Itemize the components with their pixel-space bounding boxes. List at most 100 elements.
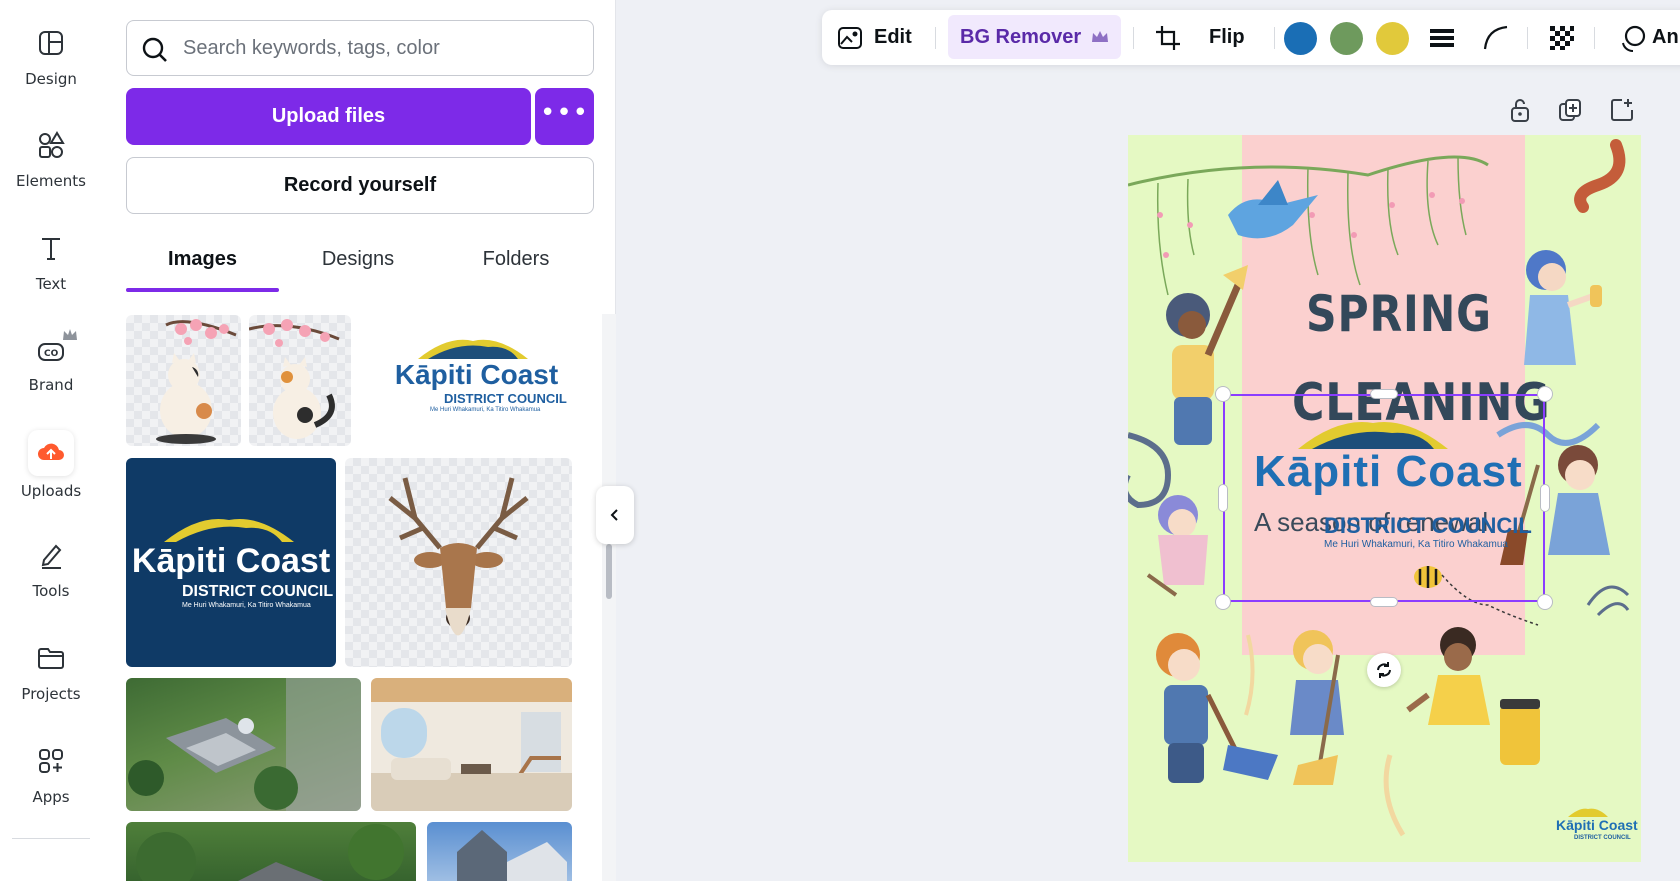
color-swatch-2[interactable] <box>1330 22 1363 55</box>
image-thumb-kapiti-logo-light[interactable]: Kāpiti Coast DISTRICT COUNCIL Me Huri Wh… <box>358 315 595 446</box>
image-thumb-deer[interactable] <box>345 458 572 667</box>
panel-scrollbar-thumb[interactable] <box>606 544 612 599</box>
rail-divider <box>12 838 90 839</box>
cloud-upload-icon <box>38 443 64 460</box>
toolbar-separator <box>1133 27 1134 49</box>
text-icon <box>42 238 60 260</box>
mountain-logo-icon <box>164 518 294 542</box>
left-rail: Design Elements Text CO Brand Uploads To… <box>0 0 102 881</box>
toolbar-separator <box>1594 27 1595 49</box>
upload-files-button[interactable]: Upload files <box>126 88 531 145</box>
selection-box[interactable] <box>1223 394 1545 602</box>
image-thumb-victorian-house[interactable] <box>427 822 572 881</box>
image-thumb-living-room[interactable] <box>371 678 572 811</box>
deer-head-image <box>388 477 529 636</box>
resize-handle-ne[interactable] <box>1537 386 1553 402</box>
mountain-logo-icon <box>1568 808 1608 817</box>
tab-folders[interactable]: Folders <box>438 248 594 294</box>
image-thumb-aerial-house[interactable] <box>126 678 361 811</box>
bg-remover-button[interactable]: BG Remover <box>948 15 1122 59</box>
resize-handle-s[interactable] <box>1370 597 1398 607</box>
corner-radius-icon <box>1483 25 1508 49</box>
resize-handle-w[interactable] <box>1218 484 1228 512</box>
duplicate-page-icon[interactable] <box>1556 96 1584 124</box>
aerial-house-image <box>128 678 361 811</box>
kapiti-logo-sub: DISTRICT COUNCIL <box>444 391 567 406</box>
rail-item-apps[interactable]: Apps <box>0 746 102 838</box>
kapiti-logo-title: Kāpiti Coast <box>394 359 559 390</box>
image-toolbar: Edit BG Remover Flip An <box>822 10 1680 65</box>
svg-text:CO: CO <box>44 349 59 359</box>
image-thumb-cat-1[interactable] <box>126 315 241 446</box>
rail-item-elements[interactable]: Elements <box>0 130 102 222</box>
victorian-house-image <box>457 830 567 881</box>
rail-item-label: Apps <box>32 788 70 806</box>
rail-item-tools[interactable]: Tools <box>0 540 102 632</box>
transparency-icon <box>1550 25 1574 50</box>
resize-handle-nw[interactable] <box>1215 386 1231 402</box>
rotate-button[interactable] <box>1367 653 1401 687</box>
resize-handle-e[interactable] <box>1540 484 1550 512</box>
rail-item-uploads[interactable]: Uploads <box>0 430 102 522</box>
toolbar-separator <box>1527 27 1528 49</box>
mountain-logo-icon <box>418 339 528 359</box>
corner-logo-title[interactable]: Kāpiti Coast <box>1556 817 1638 833</box>
rail-item-brand[interactable]: CO Brand <box>0 329 102 426</box>
cat-blossom-image <box>249 319 340 439</box>
rail-item-label: Design <box>25 70 77 88</box>
kapiti-logo-title: Kāpiti Coast <box>131 542 331 580</box>
rail-item-design[interactable]: Design <box>0 28 102 120</box>
pen-tool-icon <box>41 544 62 569</box>
design-page[interactable]: SPRING CLEANING A season of renewal Kāpi… <box>1128 135 1641 862</box>
search-box[interactable] <box>126 20 594 76</box>
cat-blossom-image <box>156 319 237 444</box>
corner-rounding-button[interactable] <box>1482 10 1510 65</box>
image-thumb-cat-2[interactable] <box>249 315 351 446</box>
crop-button[interactable] <box>1154 10 1182 65</box>
resize-handle-n[interactable] <box>1370 389 1398 399</box>
color-swatch-1[interactable] <box>1284 22 1317 55</box>
resize-handle-se[interactable] <box>1537 594 1553 610</box>
apps-icon <box>39 749 63 773</box>
flip-button[interactable]: Flip <box>1209 10 1245 65</box>
crown-icon <box>1092 31 1109 42</box>
rail-item-text[interactable]: Text <box>0 233 102 325</box>
border-style-button[interactable] <box>1428 10 1456 65</box>
kapiti-logo-tagline: Me Huri Whakamuri, Ka Titiro Whakamua <box>430 407 541 413</box>
rail-item-label: Text <box>35 275 67 293</box>
corner-logo-sub: DISTRICT COUNCIL <box>1574 835 1631 841</box>
image-grid: Kāpiti Coast DISTRICT COUNCIL Me Huri Wh… <box>102 314 602 881</box>
toolbar-separator <box>935 27 936 49</box>
animate-button[interactable]: An <box>1618 10 1679 65</box>
more-options-button[interactable]: ••• <box>535 88 594 145</box>
resize-handle-sw[interactable] <box>1215 594 1231 610</box>
line-weight-icon <box>1430 28 1454 47</box>
shapes-icon <box>39 131 65 158</box>
panel-scrollbar[interactable] <box>602 314 616 881</box>
rail-item-label: Elements <box>16 172 86 190</box>
animate-icon <box>1622 25 1646 52</box>
living-room-image <box>371 678 572 811</box>
collapse-panel-button[interactable] <box>596 486 634 544</box>
record-yourself-button[interactable]: Record yourself <box>126 157 594 214</box>
title-spring[interactable]: SPRING <box>1306 285 1492 343</box>
image-thumb-garden-house[interactable] <box>126 822 416 881</box>
rail-item-label: Projects <box>21 685 81 703</box>
layout-icon <box>39 31 63 55</box>
add-page-icon[interactable] <box>1608 96 1636 124</box>
rail-item-projects[interactable]: Projects <box>0 643 102 735</box>
kapiti-logo-sub: DISTRICT COUNCIL <box>182 583 334 600</box>
image-edit-icon <box>838 26 862 49</box>
tab-designs[interactable]: Designs <box>280 248 436 294</box>
garden-house-image <box>136 824 404 881</box>
active-tab-indicator <box>126 288 279 292</box>
rail-item-label: Uploads <box>20 482 82 500</box>
lock-icon[interactable] <box>1506 96 1534 124</box>
search-icon <box>142 37 167 62</box>
image-thumb-kapiti-logo-dark[interactable]: Kāpiti Coast DISTRICT COUNCIL Me Huri Wh… <box>126 458 336 667</box>
animate-label: An <box>1652 26 1679 48</box>
edit-image-button[interactable]: Edit <box>836 10 912 65</box>
color-swatch-3[interactable] <box>1376 22 1409 55</box>
transparency-button[interactable] <box>1548 10 1576 65</box>
search-input[interactable] <box>183 33 573 63</box>
